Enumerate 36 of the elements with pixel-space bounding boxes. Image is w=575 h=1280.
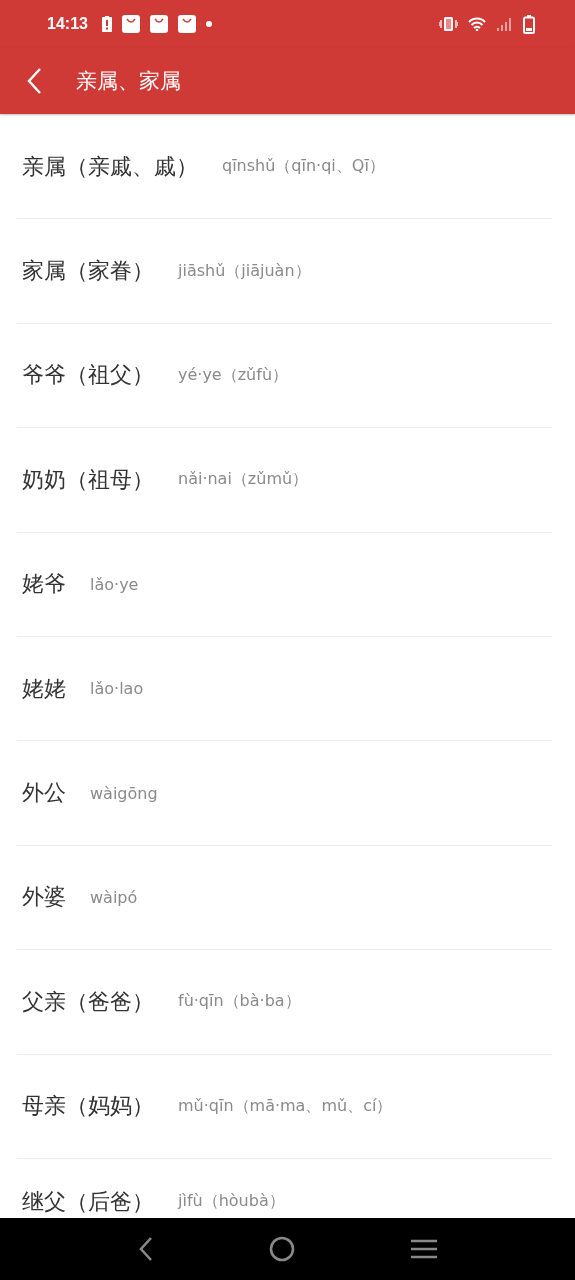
term-pinyin: yé·ye（zǔfù） [178, 364, 289, 386]
wifi-icon [468, 17, 486, 31]
term-pinyin: fù·qīn（bà·ba） [178, 991, 301, 1013]
term-pinyin: qīnshǔ（qīn·qi、Qī） [222, 156, 385, 178]
dot-icon [205, 21, 212, 27]
signal-icon [496, 17, 513, 31]
term-word: 亲属（亲戚、戚） [22, 152, 198, 181]
battery-icon [523, 14, 535, 34]
term-word: 爷爷（祖父） [22, 361, 154, 390]
term-word: 姥爷 [22, 570, 66, 599]
term-word: 外公 [22, 779, 66, 808]
term-word: 继父（后爸） [22, 1187, 154, 1216]
page-title: 亲属、家属 [76, 68, 181, 95]
home-button[interactable] [269, 1236, 296, 1262]
term-pinyin: nǎi·nai（zǔmǔ） [178, 469, 309, 491]
shopping-bag-icon [149, 15, 168, 33]
term-pinyin: lǎo·lao [90, 679, 144, 699]
term-pinyin: wàigōng [90, 783, 158, 803]
shopping-bag-icon [121, 15, 140, 33]
term-word: 外婆 [22, 883, 66, 912]
term-pinyin: wàipó [90, 887, 138, 907]
battery-alert-icon [101, 16, 112, 32]
back-button[interactable] [137, 1236, 154, 1262]
menu-button[interactable] [411, 1238, 438, 1260]
term-word: 姥姥 [22, 674, 66, 703]
term-word: 家属（家眷） [22, 257, 154, 286]
term-word: 父亲（爸爸） [22, 987, 154, 1016]
term-word: 母亲（妈妈） [22, 1092, 154, 1121]
term-pinyin: jiāshǔ（jiājuàn） [178, 260, 311, 282]
vibrate-icon [439, 17, 458, 31]
term-pinyin: mǔ·qīn（mā·ma、mǔ、cí） [178, 1095, 393, 1117]
shopping-bag-icon [177, 15, 196, 33]
status-time: 14:13 [47, 15, 88, 33]
term-pinyin: lǎo·ye [90, 574, 139, 594]
term-pinyin: jìfù（hòubà） [178, 1191, 285, 1213]
term-word: 奶奶（祖母） [22, 465, 154, 494]
